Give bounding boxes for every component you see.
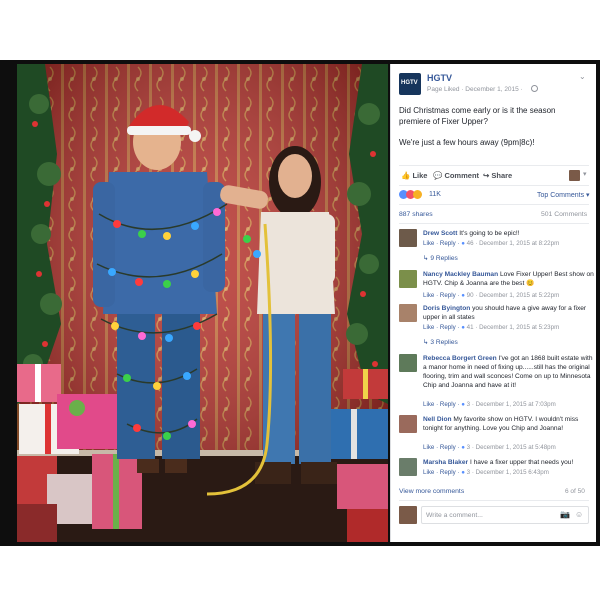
comment-like-count: 3: [466, 401, 471, 408]
comment-button[interactable]: 💬 Comment: [433, 171, 479, 180]
avatar[interactable]: [399, 304, 417, 322]
shares-link[interactable]: 887 shares: [399, 211, 433, 218]
commenter-name[interactable]: Nell Dion: [423, 416, 452, 423]
like-reply-links[interactable]: Like · Reply ·: [423, 324, 459, 331]
like-label: Like: [412, 171, 428, 180]
viewer-avatar-icon[interactable]: [569, 170, 580, 181]
comment: Rebecca Borgert Green I've got an 1868 b…: [399, 354, 593, 414]
comment: Doris Byington you should have a give aw…: [399, 304, 593, 348]
like-count-icon: ●: [461, 240, 465, 247]
comment-time: · December 1, 2015 at 8:22pm: [475, 240, 560, 247]
like-count-icon: ●: [461, 401, 465, 408]
comment-text: Marsha Blaker I have a fixer upper that …: [423, 458, 595, 467]
comment: Drew Scott It's going to be epic!! Like …: [399, 229, 593, 269]
divider: [399, 204, 589, 205]
commenter-name[interactable]: Nancy Mackley Bauman: [423, 271, 498, 278]
commenter-name[interactable]: Doris Byington: [423, 305, 470, 312]
share-label: Share: [491, 171, 513, 180]
avatar[interactable]: [399, 458, 417, 476]
sticker-icon[interactable]: ☺: [575, 510, 583, 519]
comment-text: Nancy Mackley Bauman Love Fixer Upper! B…: [423, 270, 595, 288]
comment-text: Doris Byington you should have a give aw…: [423, 304, 595, 322]
reaction-icons[interactable]: [399, 190, 422, 201]
comment-label: Comment: [444, 171, 480, 180]
divider: [399, 500, 589, 501]
divider: [399, 165, 589, 166]
comment-text: Drew Scott It's going to be epic!!: [423, 229, 595, 238]
comment: Nell Dion My favorite show on HGTV. I wo…: [399, 415, 593, 455]
like-count-icon: ●: [461, 469, 465, 476]
post-photo[interactable]: [17, 64, 388, 542]
comments-count[interactable]: 501 Comments: [541, 211, 587, 218]
page-name[interactable]: HGTV: [427, 73, 452, 83]
share-button[interactable]: ↪ Share: [483, 171, 512, 180]
post-meta: Page Liked · December 1, 2015 ·: [427, 86, 523, 93]
like-reply-links[interactable]: Like · Reply ·: [423, 444, 459, 451]
divider: [399, 223, 589, 224]
comment-like-count: 3: [466, 469, 471, 476]
like-button[interactable]: 👍 Like: [401, 171, 427, 180]
comment-meta: Like · Reply · ● 46 · December 1, 2015 a…: [423, 240, 559, 247]
post-text: Did Christmas come early or is it the se…: [399, 106, 556, 126]
post-text-2: We're just a few hours away (9pm|8c)!: [399, 138, 535, 147]
photo-illustration: [17, 64, 388, 542]
like-reply-links[interactable]: Like · Reply ·: [423, 292, 459, 299]
comments-shown-count: 6 of 50: [565, 488, 585, 495]
chevron-down-icon[interactable]: ⌄: [579, 72, 586, 81]
avatar[interactable]: [399, 270, 417, 288]
comment-like-count: 41: [466, 324, 474, 331]
comment-time: · December 1, 2015 at 7:03pm: [471, 401, 556, 408]
commenter-name[interactable]: Marsha Blaker: [423, 459, 468, 466]
comment: Nancy Mackley Bauman Love Fixer Upper! B…: [399, 270, 595, 308]
comment-text: Nell Dion My favorite show on HGTV. I wo…: [423, 415, 595, 433]
avatar[interactable]: [399, 229, 417, 247]
comment-time: · December 1, 2015 at 5:48pm: [471, 444, 556, 451]
comment-like-count: 46: [466, 240, 474, 247]
comment-input-placeholder: Write a comment...: [426, 512, 483, 519]
replies-label: 3 Replies: [430, 339, 458, 346]
view-replies-link[interactable]: ↳ 3 Replies: [423, 338, 458, 346]
facebook-photo-viewer: HGTV HGTV Page Liked · December 1, 2015 …: [0, 0, 600, 600]
page-logo-text: HGTV: [401, 80, 418, 86]
haha-reaction-icon: [413, 190, 422, 199]
comment: Marsha Blaker I have a fixer upper that …: [399, 458, 593, 480]
post-panel: HGTV HGTV Page Liked · December 1, 2015 …: [390, 64, 596, 542]
commenter-name[interactable]: Drew Scott: [423, 230, 457, 237]
reaction-count[interactable]: 11K: [429, 191, 441, 198]
avatar[interactable]: [399, 354, 417, 372]
like-reply-links[interactable]: Like · Reply ·: [423, 401, 459, 408]
comment-meta: Like · Reply · ● 3 · December 1, 2015 at…: [423, 401, 556, 408]
page-logo[interactable]: HGTV: [399, 73, 421, 95]
comment-body: It's going to be epic!!: [459, 230, 520, 237]
camera-icon[interactable]: 📷: [560, 510, 570, 519]
comment-time: · December 1, 2015 6:43pm: [471, 469, 549, 476]
comment-like-count: 3: [466, 444, 471, 451]
smile-emoji-icon: 😊: [526, 280, 535, 287]
divider: [399, 185, 589, 186]
like-reply-links[interactable]: Like · Reply ·: [423, 469, 459, 476]
like-count-icon: ●: [461, 324, 465, 331]
like-count-icon: ●: [461, 444, 465, 451]
like-reply-links[interactable]: Like · Reply ·: [423, 240, 459, 247]
commenter-name[interactable]: Rebecca Borgert Green: [423, 355, 497, 362]
comment-time: · December 1, 2015 at 5:23pm: [475, 324, 560, 331]
like-count-icon: ●: [461, 292, 465, 299]
comment-meta: Like · Reply · ● 90 · December 1, 2015 a…: [423, 292, 559, 299]
globe-icon: [531, 85, 538, 92]
comment-meta: Like · Reply · ● 3 · December 1, 2015 at…: [423, 444, 556, 451]
comment-body: I have a fixer upper that needs you!: [469, 459, 574, 466]
comment-time: · December 1, 2015 at 5:22pm: [475, 292, 560, 299]
caret-down-icon[interactable]: ▾: [583, 170, 587, 178]
top-comments-dropdown[interactable]: Top Comments ▾: [537, 191, 590, 199]
view-more-comments-link[interactable]: View more comments: [399, 488, 464, 495]
comment-meta: Like · Reply · ● 3 · December 1, 2015 6:…: [423, 469, 549, 476]
avatar[interactable]: [399, 415, 417, 433]
comment-input[interactable]: Write a comment... 📷 ☺: [421, 506, 589, 524]
viewer-avatar[interactable]: [399, 506, 417, 524]
comment-text: Rebecca Borgert Green I've got an 1868 b…: [423, 354, 595, 390]
comment-like-count: 90: [466, 292, 474, 299]
view-replies-link[interactable]: ↳ 9 Replies: [423, 254, 458, 262]
replies-label: 9 Replies: [430, 255, 458, 262]
comment-meta: Like · Reply · ● 41 · December 1, 2015 a…: [423, 324, 559, 331]
